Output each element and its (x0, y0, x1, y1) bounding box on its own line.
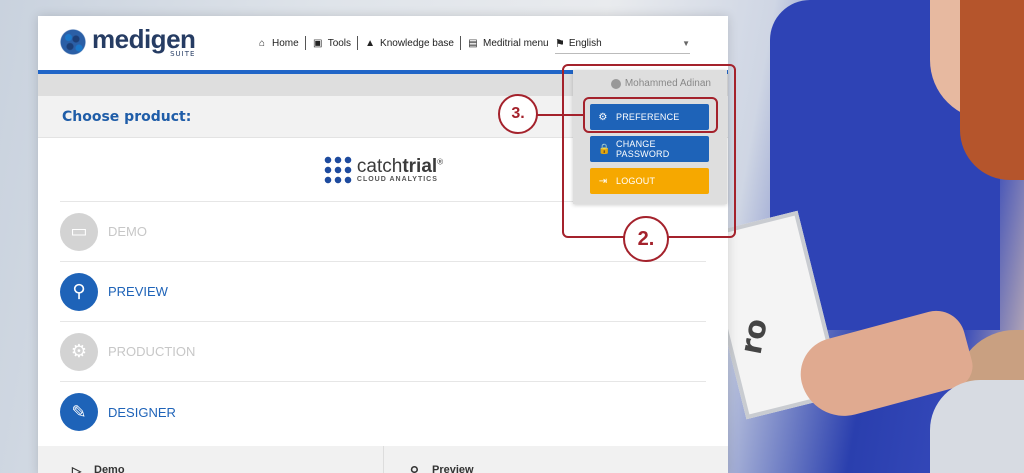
nav-knowledge-base-label: Knowledge base (380, 37, 454, 49)
edit-icon: ✎ (60, 393, 98, 431)
background-sleeve (930, 380, 1024, 473)
medigen-logo[interactable]: medigen SUITE (58, 24, 196, 58)
footer-preview[interactable]: ⚲ Preview (383, 446, 728, 473)
catchtrial-name: catchtrial® (356, 155, 444, 177)
footer-tabs: ▷ Demo ⚲ Preview (38, 446, 728, 473)
annotation-connector (537, 114, 583, 116)
gear-icon: ⚙ (60, 332, 98, 371)
option-preview[interactable]: ⚲ PREVIEW (60, 262, 706, 322)
option-production[interactable]: ⚙ PRODUCTION (60, 322, 706, 382)
top-nav: ⌂ Home ▣ Tools ▲ Knowledge base ▤ Meditr… (250, 36, 555, 50)
catchtrial-mark-icon (322, 154, 353, 185)
language-selected: English (568, 38, 602, 49)
footer-preview-label: Preview (432, 464, 474, 473)
home-icon: ⌂ (258, 37, 266, 49)
nav-meditrial-menu[interactable]: ▤ Meditrial menu (460, 36, 555, 50)
option-demo-label: DEMO (108, 224, 147, 239)
medigen-logo-mark-icon (58, 27, 88, 57)
monitor-icon: ▭ (60, 212, 98, 251)
option-preview-label: PREVIEW (108, 284, 168, 299)
nav-home-label: Home (272, 37, 299, 49)
annotation-step-3: 3. (498, 94, 538, 134)
option-designer-label: DESIGNER (108, 404, 176, 420)
play-icon: ▷ (72, 464, 82, 473)
language-select[interactable]: ⚑ English ▼ (555, 34, 690, 54)
toolbox-icon: ▣ (312, 37, 323, 49)
flag-icon: ⚑ (555, 38, 565, 50)
search-icon: ⚲ (60, 272, 98, 311)
background-hair (960, 0, 1024, 180)
brand-name: medigen (92, 24, 196, 54)
id-card-icon: ▤ (468, 37, 478, 49)
catchtrial-sub: CLOUD ANALYTICS (356, 175, 438, 183)
annotation-box-preference (583, 97, 718, 133)
option-production-label: PRODUCTION (108, 344, 196, 359)
top-bar: medigen SUITE ⌂ Home ▣ Tools ▲ Knowledge… (38, 16, 728, 70)
nav-tools-label: Tools (327, 37, 352, 49)
nav-meditrial-menu-label: Meditrial menu (483, 37, 549, 49)
chevron-down-icon: ▼ (682, 39, 690, 48)
footer-demo-label: Demo (94, 464, 125, 473)
footer-demo[interactable]: ▷ Demo (38, 446, 383, 473)
nav-tools[interactable]: ▣ Tools (304, 36, 357, 50)
graduation-cap-icon: ▲ (365, 37, 375, 49)
annotation-box-menu (562, 64, 736, 238)
nav-knowledge-base[interactable]: ▲ Knowledge base (357, 36, 460, 50)
annotation-step-2: 2. (623, 216, 669, 262)
nav-home[interactable]: ⌂ Home (250, 36, 305, 50)
page-title: Choose product: (62, 108, 192, 125)
search-icon: ⚲ (410, 464, 419, 473)
option-designer[interactable]: ✎ DESIGNER (60, 382, 706, 442)
